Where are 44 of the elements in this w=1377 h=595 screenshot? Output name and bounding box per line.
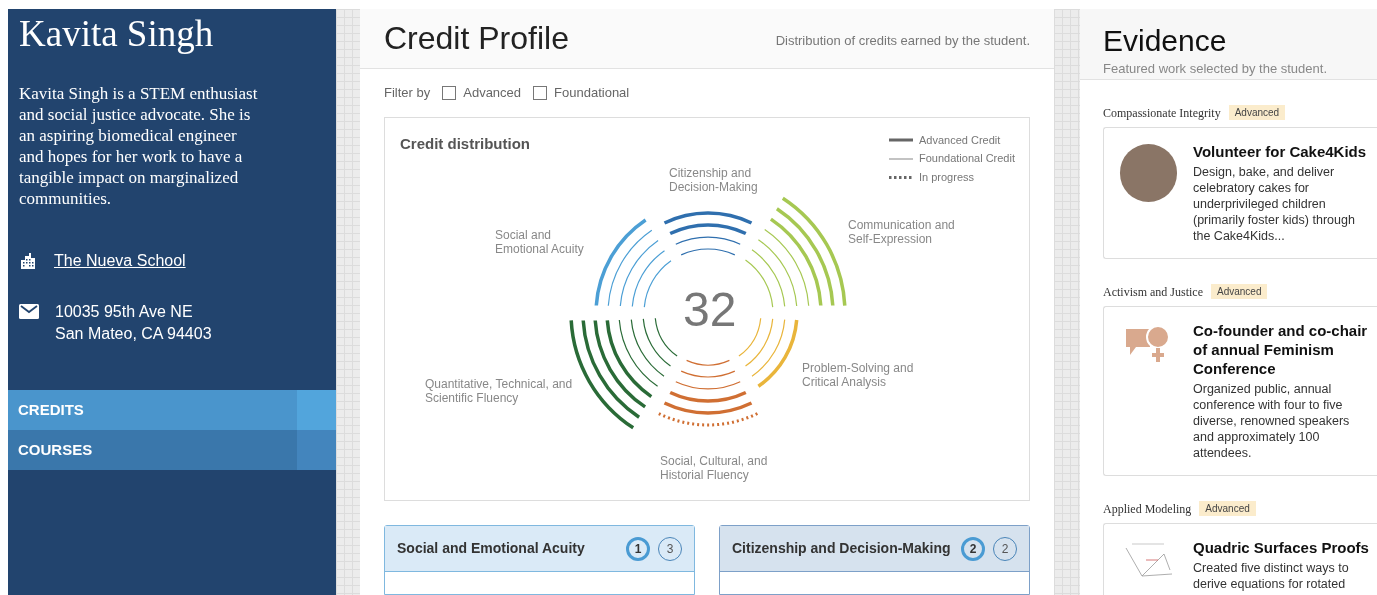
- checkbox-label: Advanced: [463, 84, 522, 103]
- total-credits: 32: [683, 286, 737, 334]
- school-link[interactable]: The Nueva School: [54, 249, 186, 273]
- card-title: Citizenship and Decision-Making: [732, 539, 951, 558]
- nav-tab[interactable]: COURSES: [8, 430, 336, 470]
- address-text: 10035 95th Ave NE San Mateo, CA 94403: [55, 302, 212, 344]
- evidence-description: Design, bake, and deliver celebratory cakes for underprivileged children (primarily foster kids) through the Cake4Kids...: [1193, 163, 1356, 244]
- evidence-category: Compassionate Integrity: [1103, 104, 1221, 122]
- category-label: Social, Cultural, and Historial Fluency: [660, 454, 769, 482]
- category-label: Citizenship and Decision-Making: [669, 166, 759, 194]
- level-badge: Advanced: [1211, 284, 1268, 299]
- evidence-title: Volunteer for Cake4Kids: [1193, 141, 1368, 161]
- legend-label: Foundational Credit: [919, 151, 1015, 167]
- level-badge: Advanced: [1228, 105, 1286, 120]
- category-label: Problem-Solving and Critical Analysis: [802, 361, 915, 389]
- filter-label: Filter by: [384, 84, 431, 103]
- category-label: Quantitative, Technical, and Scientific Fluency: [425, 377, 574, 405]
- evidence-title: Co-founder and co-chair of annual Feminism Conference: [1193, 320, 1369, 378]
- evidence-description: Organized public, annual conference with four to five diverse, renowned speakers and approximately 100 attendees.: [1193, 380, 1351, 461]
- count-badge: 2: [961, 536, 985, 561]
- category-card[interactable]: Social and Emotional Acuity 1 3: [384, 525, 695, 595]
- count-badge: 1: [626, 536, 650, 561]
- category-label: Communication and Self-Expression: [848, 218, 956, 246]
- student-bio: Kavita Singh is a STEM enthusiast and social justice advocate. She is an aspiring biomedical engineer and hopes for her work to have a tangible impact on marginalized communities.: [18, 83, 259, 209]
- evidence-card[interactable]: Co-founder and co-chair of annual Feminism Conference Organized public, annual conference with four to five diverse, renowned speakers and approximately 100 attendees.: [1103, 305, 1377, 476]
- evidence-category: Applied Modeling: [1103, 500, 1192, 518]
- checkbox-label: Foundational: [554, 84, 630, 103]
- evidence-card[interactable]: Volunteer for Cake4Kids Design, bake, and deliver celebratory cakes for underprivileged children (primarily foster kids) through the Cake4Kids...: [1103, 126, 1377, 259]
- evidence-description: Created five distinct ways to derive equations for rotated: [1193, 559, 1350, 592]
- legend-label: In progress: [919, 170, 974, 185]
- panel-title: Evidence: [1103, 23, 1228, 59]
- level-badge: Advanced: [1199, 501, 1256, 516]
- evidence-card[interactable]: Quadric Surfaces Proofs Created five distinct ways to derive equations for rotated: [1103, 522, 1377, 595]
- student-name: Kavita Singh: [18, 12, 215, 56]
- panel-subtitle: Distribution of credits earned by the student.: [775, 32, 1030, 50]
- legend-label: Advanced Credit: [919, 133, 1001, 148]
- category-label: Social and Emotional Acuity: [495, 228, 585, 256]
- card-title: Social and Emotional Acuity: [397, 539, 585, 558]
- panel-subtitle: Featured work selected by the student.: [1103, 60, 1328, 78]
- evidence-category: Activism and Justice: [1103, 283, 1203, 301]
- evidence-title: Quadric Surfaces Proofs: [1193, 537, 1370, 557]
- chart-title: Credit distribution: [400, 134, 530, 154]
- category-card[interactable]: Citizenship and Decision-Making 2 2: [719, 525, 1030, 595]
- panel-title: Credit Profile: [384, 19, 569, 59]
